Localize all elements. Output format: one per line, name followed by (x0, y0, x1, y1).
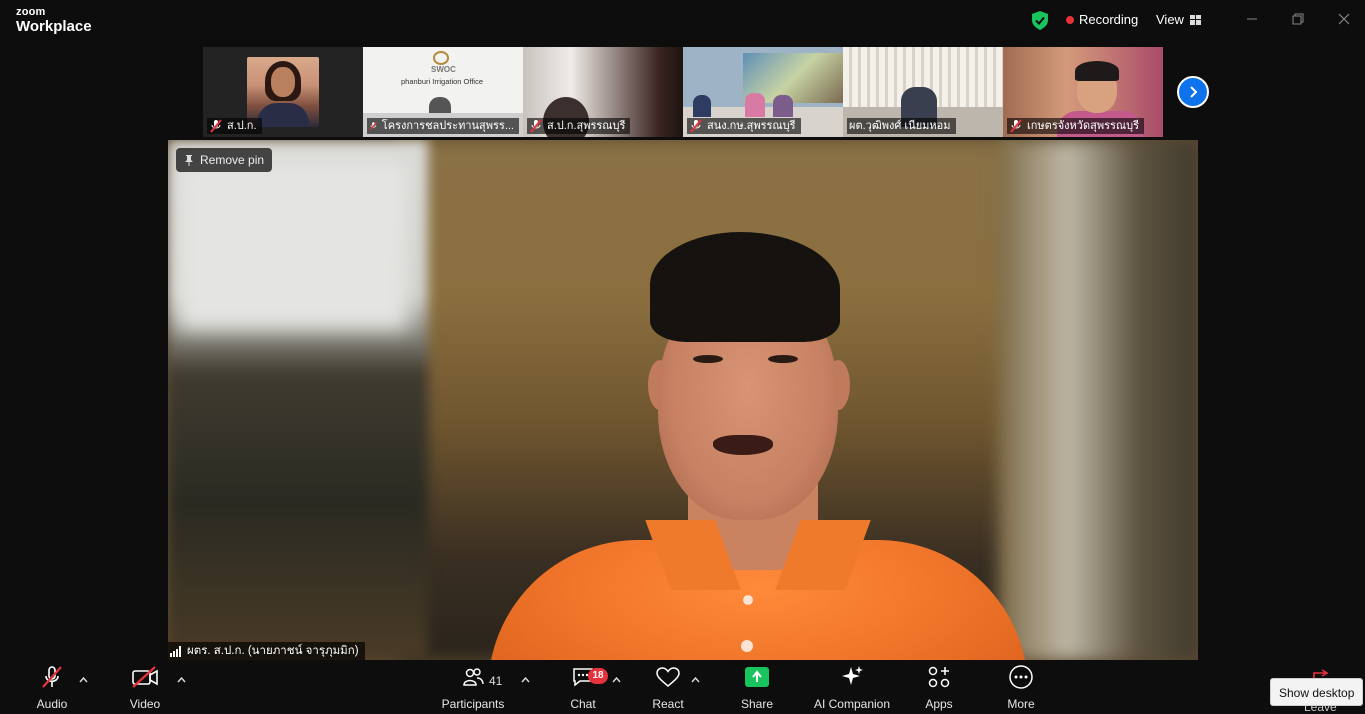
participant-nameplate: โครงการชลประทานสุพรร... (367, 118, 519, 134)
ai-companion-button[interactable]: AI Companion (810, 661, 894, 714)
minimize-icon[interactable] (1244, 12, 1260, 28)
participant-photo (247, 57, 319, 127)
office-sign: SWOC (431, 65, 456, 74)
restore-icon[interactable] (1290, 12, 1306, 28)
participant-thumbnail[interactable]: ผต.วุฒิพงศ์ เนียมหอม (843, 47, 1003, 137)
audio-options-chevron-icon[interactable] (79, 675, 88, 686)
video-label: Video (129, 697, 161, 711)
audio-label: Audio (36, 697, 68, 711)
view-label: View (1156, 12, 1184, 27)
share-button[interactable]: Share (738, 661, 776, 714)
title-bar: zoom Workplace Recording View (0, 0, 1365, 42)
participant-thumbnail[interactable]: ส.ป.ก. (203, 47, 363, 137)
mic-muted-icon (369, 121, 378, 131)
react-options-chevron-icon[interactable] (691, 675, 700, 686)
participant-thumbnail[interactable]: เกษตรจังหวัดสุพรรณบุรี (1003, 47, 1163, 137)
app-logo: zoom Workplace (16, 6, 92, 35)
participant-name: สนง.กษ.สุพรรณบุรี (707, 120, 796, 132)
participants-options-chevron-icon[interactable] (521, 675, 530, 686)
participants-label: Participants (441, 697, 505, 711)
chat-label: Chat (570, 697, 596, 711)
remove-pin-label: Remove pin (200, 153, 265, 167)
participant-thumbnail[interactable]: ส.ป.ก.สุพรรณบุรี (523, 47, 683, 137)
speaker-figure (468, 220, 1048, 660)
share-screen-icon (745, 667, 769, 687)
video-off-icon (132, 666, 158, 688)
participant-strip: ส.ป.ก. SWOC phanburi Irrigation Office โ… (203, 47, 1163, 137)
chat-unread-badge: 18 (588, 668, 608, 684)
office-logo (433, 51, 449, 65)
more-label: More (1007, 697, 1035, 711)
more-button[interactable]: More (1004, 661, 1038, 714)
apps-button[interactable]: Apps (922, 661, 956, 714)
mic-muted-icon (42, 666, 62, 688)
view-button[interactable]: View (1156, 12, 1201, 27)
participant-name: ส.ป.ก. (227, 120, 257, 132)
chevron-right-icon (1190, 86, 1198, 98)
close-icon[interactable] (1336, 12, 1352, 28)
participant-nameplate: ผต.วุฒิพงศ์ เนียมหอม (847, 118, 956, 134)
participants-icon (463, 668, 484, 686)
more-icon (1009, 665, 1033, 689)
speaker-name: ผตร. ส.ป.ก. (นายภาชน์ จารุภุมมิก) (187, 645, 359, 657)
participants-count: 41 (489, 674, 503, 688)
zoom-meeting-window: zoom Workplace Recording View ส.ป.ก. SWO… (0, 0, 1365, 714)
active-speaker-video[interactable] (168, 140, 1198, 660)
participant-name: ผต.วุฒิพงศ์ เนียมหอม (849, 120, 951, 132)
ai-companion-label: AI Companion (813, 697, 891, 711)
grid-view-icon (1189, 14, 1201, 25)
participant-nameplate: ส.ป.ก.สุพรรณบุรี (527, 118, 631, 134)
participant-name: ส.ป.ก.สุพรรณบุรี (547, 120, 626, 132)
apps-label: Apps (925, 697, 953, 711)
participant-nameplate: เกษตรจังหวัดสุพรรณบุรี (1007, 118, 1144, 134)
chat-options-chevron-icon[interactable] (612, 675, 621, 686)
mic-muted-icon (530, 119, 542, 133)
participant-nameplate: ส.ป.ก. (207, 118, 262, 134)
apps-icon (928, 666, 950, 688)
video-options-chevron-icon[interactable] (177, 675, 186, 686)
video-button[interactable]: Video (124, 661, 166, 714)
participant-thumbnail[interactable]: สนง.กษ.สุพรรณบุรี (683, 47, 843, 137)
participant-nameplate: สนง.กษ.สุพรรณบุรี (687, 118, 801, 134)
office-name: phanburi Irrigation Office (401, 77, 483, 86)
recording-label: Recording (1079, 12, 1139, 27)
signal-strength-icon (170, 645, 181, 657)
mic-muted-icon (1010, 119, 1022, 133)
mic-muted-icon (690, 119, 702, 133)
pin-icon (185, 155, 193, 166)
brand-zoom: zoom (16, 6, 46, 18)
speaker-nameplate: ผตร. ส.ป.ก. (นายภาชน์ จารุภุมมิก) (168, 642, 365, 660)
share-label: Share (740, 697, 774, 711)
shield-check-icon[interactable] (1031, 11, 1049, 30)
heart-icon (656, 667, 680, 687)
next-page-button[interactable] (1177, 76, 1209, 108)
mic-muted-icon (210, 119, 222, 133)
react-button[interactable]: React (648, 661, 688, 714)
participant-name: โครงการชลประทานสุพรร... (381, 120, 514, 132)
react-label: React (652, 697, 684, 711)
audio-button[interactable]: Audio (32, 661, 72, 714)
sparkle-icon (842, 666, 863, 685)
recording-indicator[interactable]: Recording (1066, 12, 1138, 27)
remove-pin-button[interactable]: Remove pin (176, 148, 273, 172)
brand-workplace: Workplace (16, 18, 92, 35)
record-dot-icon (1066, 15, 1074, 24)
participant-thumbnail[interactable]: SWOC phanburi Irrigation Office โครงการช… (363, 47, 523, 137)
meeting-toolbar: Audio Video Participants 41 Chat React S… (0, 661, 1365, 714)
participant-name: เกษตรจังหวัดสุพรรณบุรี (1027, 120, 1139, 132)
show-desktop-tooltip: Show desktop (1270, 678, 1364, 706)
